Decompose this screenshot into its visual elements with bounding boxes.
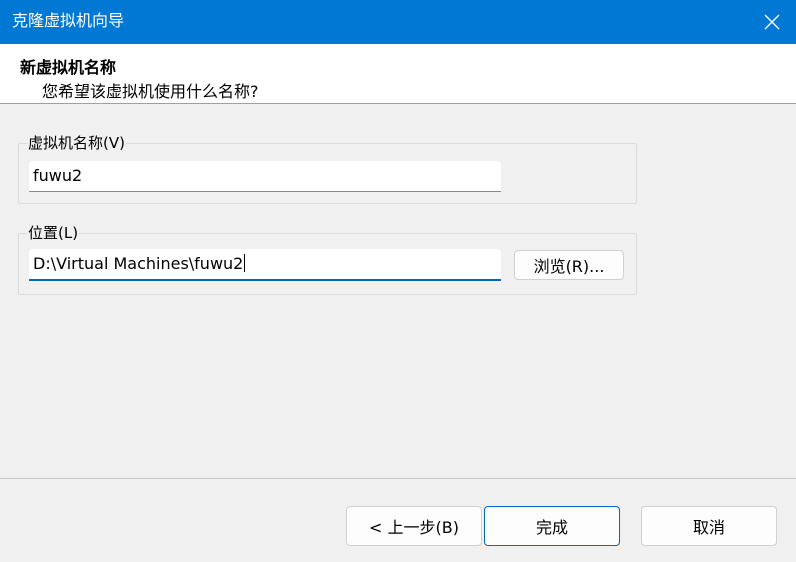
title-bar: 克隆虚拟机向导 (0, 0, 796, 44)
back-button[interactable]: < 上一步(B) (346, 506, 482, 546)
cancel-button[interactable]: 取消 (641, 506, 777, 546)
location-group-label: 位置(L) (27, 224, 80, 242)
vm-location-value: D:\Virtual Machines\fuwu2 (33, 254, 244, 273)
footer-divider (0, 478, 796, 479)
vm-location-input[interactable]: D:\Virtual Machines\fuwu2 (29, 249, 501, 281)
browse-button[interactable]: 浏览(R)... (514, 250, 624, 280)
close-icon (764, 14, 780, 30)
text-caret (244, 254, 246, 272)
finish-button[interactable]: 完成 (484, 506, 620, 546)
close-button[interactable] (748, 0, 796, 44)
vm-name-input[interactable]: fuwu2 (29, 161, 501, 192)
window-title: 克隆虚拟机向导 (12, 11, 125, 30)
page-heading: 新虚拟机名称 (20, 58, 117, 77)
wizard-header: 新虚拟机名称 您希望该虚拟机使用什么名称? (0, 44, 796, 103)
header-divider (0, 103, 796, 104)
page-subheading: 您希望该虚拟机使用什么名称? (42, 82, 259, 101)
clone-vm-wizard-window: 克隆虚拟机向导 新虚拟机名称 您希望该虚拟机使用什么名称? 虚拟机名称(V) f… (0, 0, 796, 562)
name-group-label: 虚拟机名称(V) (27, 134, 126, 152)
